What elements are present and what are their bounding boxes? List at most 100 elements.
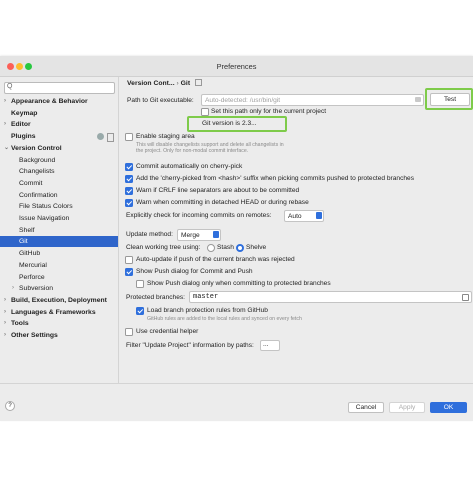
chevron-right-icon[interactable]: › xyxy=(4,318,6,329)
sidebar-item-label: Confirmation xyxy=(19,191,58,199)
sidebar-item-background[interactable]: Background xyxy=(0,155,118,166)
credential-helper-checkbox[interactable] xyxy=(125,328,133,336)
sidebar-item-label: Subversion xyxy=(19,285,54,293)
incoming-select[interactable]: Auto xyxy=(284,210,324,222)
folder-icon[interactable] xyxy=(415,97,421,102)
path-label: Path to Git executable: xyxy=(127,97,194,104)
chevron-down-icon xyxy=(213,231,219,238)
crlf-checkbox[interactable] xyxy=(125,187,133,195)
chevron-right-icon[interactable]: › xyxy=(4,295,6,306)
project-scope-icon xyxy=(194,79,202,86)
sidebar-item-label: Git xyxy=(19,238,28,246)
sidebar-item-confirmation[interactable]: Confirmation xyxy=(0,190,118,201)
sidebar-item-label: File Status Colors xyxy=(19,203,73,211)
shelve-radio[interactable] xyxy=(236,244,244,252)
sidebar-item-label: Appearance & Behavior xyxy=(11,98,88,105)
cancel-button[interactable]: Cancel xyxy=(348,402,384,413)
sidebar-item-label: Tools xyxy=(11,320,29,328)
filter-select[interactable]: ... xyxy=(260,340,280,351)
show-push-protected-label: Show Push dialog only when committing to… xyxy=(147,280,331,287)
sidebar-item-languages-frameworks[interactable]: › Languages & Frameworks xyxy=(0,307,118,318)
help-button[interactable]: ? xyxy=(5,401,15,411)
chevron-down-icon xyxy=(316,212,322,219)
sidebar-item-label: Version Control xyxy=(11,144,62,152)
sidebar-item-shelf[interactable]: Shelf xyxy=(0,225,118,236)
filter-label: Filter "Update Project" information by p… xyxy=(126,342,254,349)
sidebar-item-version-control[interactable]: ⌄ Version Control xyxy=(0,143,118,154)
clean-tree-label: Clean working tree using: xyxy=(126,244,201,251)
sidebar-item-label: Perforce xyxy=(19,273,45,281)
commit-auto-label: Commit automatically on cherry-pick xyxy=(136,163,243,170)
chevron-right-icon[interactable]: › xyxy=(4,119,6,130)
load-protection-checkbox[interactable] xyxy=(136,307,144,315)
sidebar-item-build-execution-deployment[interactable]: › Build, Execution, Deployment xyxy=(0,295,118,306)
staging-label: Enable staging area xyxy=(136,133,195,140)
project-scope-icon xyxy=(107,133,114,143)
update-method-select[interactable]: Merge xyxy=(177,229,221,241)
incoming-value: Auto xyxy=(288,212,302,220)
breadcrumb-separator: › xyxy=(176,80,179,87)
load-protection-hint: GitHub rules are added to the local rule… xyxy=(147,316,302,322)
sidebar-item-other-settings[interactable]: › Other Settings xyxy=(0,330,118,341)
detached-head-checkbox[interactable] xyxy=(125,199,133,207)
sidebar-item-changelists[interactable]: Changelists xyxy=(0,166,118,177)
protected-branches-field[interactable]: master xyxy=(189,291,472,303)
load-protection-label: Load branch protection rules from GitHub xyxy=(147,307,268,314)
sidebar-item-label: Issue Navigation xyxy=(19,215,70,222)
stash-radio[interactable] xyxy=(207,244,215,252)
ok-button[interactable]: OK xyxy=(430,402,467,413)
chevron-right-icon[interactable]: › xyxy=(4,96,6,107)
chevron-right-icon[interactable]: › xyxy=(4,307,6,318)
search-input[interactable]: Q xyxy=(4,82,115,94)
cherry-suffix-checkbox[interactable] xyxy=(125,175,133,183)
breadcrumb: Version Cont... › Git xyxy=(127,79,202,87)
sidebar-item-subversion[interactable]: › Subversion xyxy=(0,283,118,294)
sidebar-item-editor[interactable]: › Editor xyxy=(0,119,118,130)
commit-auto-checkbox[interactable] xyxy=(125,163,133,171)
git-settings-panel: Version Cont... › Git Path to Git execut… xyxy=(119,77,473,383)
show-push-label: Show Push dialog for Commit and Push xyxy=(136,268,253,275)
update-method-label: Update method: xyxy=(126,231,173,238)
sidebar-item-commit[interactable]: Commit xyxy=(0,178,118,189)
sidebar-item-plugins[interactable]: Plugins xyxy=(0,131,118,143)
incoming-label: Explicitly check for incoming commits on… xyxy=(126,212,272,219)
chevron-right-icon[interactable]: › xyxy=(12,283,14,294)
preferences-window: Preferences Q › Appearance & Behavior Keym… xyxy=(0,56,473,421)
sidebar-item-label: Editor xyxy=(11,121,31,129)
sidebar-item-label: Build, Execution, Deployment xyxy=(11,296,107,304)
update-method-value: Merge xyxy=(181,231,200,239)
shelve-label: Shelve xyxy=(246,244,267,251)
chevron-right-icon[interactable]: › xyxy=(4,330,6,341)
update-badge-icon xyxy=(97,133,104,141)
title-bar: Preferences xyxy=(0,56,473,77)
test-button-highlight xyxy=(425,88,473,110)
sidebar-item-github[interactable]: GitHub xyxy=(0,248,118,259)
sidebar-item-label: Plugins xyxy=(11,133,36,141)
breadcrumb-parent[interactable]: Version Cont... xyxy=(127,80,175,87)
sidebar-item-tools[interactable]: › Tools xyxy=(0,318,118,329)
git-path-field[interactable]: Auto-detected: /usr/bin/git xyxy=(201,94,424,106)
show-push-checkbox[interactable] xyxy=(125,268,133,276)
set-path-checkbox[interactable] xyxy=(201,108,209,116)
sidebar-item-label: Languages & Frameworks xyxy=(11,308,96,316)
set-path-label: Set this path only for the current proje… xyxy=(211,108,327,115)
sidebar-item-git[interactable]: Git xyxy=(0,236,118,248)
apply-button[interactable]: Apply xyxy=(389,402,425,413)
staging-checkbox[interactable] xyxy=(125,133,133,141)
sidebar-item-issue-navigation[interactable]: Issue Navigation xyxy=(0,213,118,224)
auto-update-checkbox[interactable] xyxy=(125,256,133,264)
crlf-label: Warn if CRLF line separators are about t… xyxy=(136,187,300,194)
sidebar-item-label: Changelists xyxy=(19,168,55,176)
version-highlight xyxy=(187,116,287,132)
sidebar-item-file-status-colors[interactable]: File Status Colors xyxy=(0,201,118,212)
sidebar-item-perforce[interactable]: Perforce xyxy=(0,272,118,283)
expand-field-icon[interactable] xyxy=(462,294,469,301)
sidebar-item-label: Other Settings xyxy=(11,332,58,339)
sidebar-item-mercurial[interactable]: Mercurial xyxy=(0,260,118,271)
sidebar-item-appearance-behavior[interactable]: › Appearance & Behavior xyxy=(0,96,118,107)
chevron-down-icon[interactable]: ⌄ xyxy=(4,143,9,154)
git-path-placeholder: Auto-detected: /usr/bin/git xyxy=(205,96,281,104)
show-push-protected-checkbox[interactable] xyxy=(136,280,144,288)
sidebar-item-keymap[interactable]: Keymap xyxy=(0,108,118,119)
cherry-suffix-label: Add the 'cherry-picked from <hash>' suff… xyxy=(136,175,415,182)
